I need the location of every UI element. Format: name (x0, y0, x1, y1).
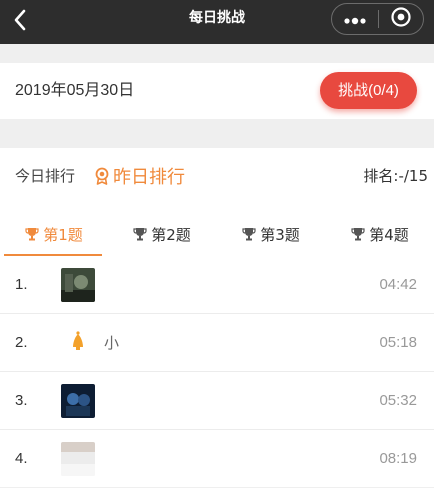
avatar (61, 384, 95, 418)
tab-today-ranking[interactable]: 今日排行 (15, 148, 75, 204)
tab-question-3[interactable]: 第3题 (217, 212, 325, 256)
more-dots-icon (343, 10, 367, 29)
avatar (61, 442, 95, 476)
rank-number: 1. (15, 276, 28, 293)
ranking-card: 今日排行 昨日排行 排名:-/15 第1题 第2题 第3题 第4题 1. 04:… (0, 148, 434, 487)
rank-number: 2. (15, 334, 28, 351)
medal-icon (94, 167, 110, 185)
nav-bar: 每日挑战 (0, 0, 434, 44)
tab-question-4-label: 第4题 (369, 225, 409, 244)
finish-time: 05:32 (379, 392, 417, 409)
question-tabs: 第1题 第2题 第3题 第4题 (0, 212, 434, 256)
player-name: 小 (104, 334, 121, 352)
rank-number: 4. (15, 450, 28, 467)
trophy-icon (242, 227, 256, 241)
finish-time: 08:19 (379, 450, 417, 467)
trophy-icon (351, 227, 365, 241)
tab-question-4[interactable]: 第4题 (326, 212, 434, 256)
avatar (61, 326, 95, 360)
more-button[interactable] (332, 4, 378, 34)
target-circle-icon (390, 6, 412, 32)
trophy-icon (25, 227, 39, 241)
avatar (61, 268, 95, 302)
ranking-header: 今日排行 昨日排行 排名:-/15 (0, 148, 434, 204)
tab-question-3-label: 第3题 (260, 225, 300, 244)
challenge-button[interactable]: 挑战(0/4) (320, 72, 417, 109)
ranking-row[interactable]: 4. 08:19 (0, 430, 434, 488)
ranking-row[interactable]: 1. 04:42 (0, 256, 434, 314)
tab-question-2-label: 第2题 (151, 225, 191, 244)
trophy-icon (133, 227, 147, 241)
date-card: 2019年05月30日 挑战(0/4) (0, 63, 434, 119)
mini-program-capsule (331, 3, 424, 35)
my-rank: 排名:-/15 (363, 167, 428, 185)
finish-time: 05:18 (379, 334, 417, 351)
ranking-row[interactable]: 2. 小 05:18 (0, 314, 434, 372)
ranking-row[interactable]: 3. 05:32 (0, 372, 434, 430)
finish-time: 04:42 (379, 276, 417, 293)
tab-question-1[interactable]: 第1题 (0, 212, 108, 256)
tab-yesterday-label: 昨日排行 (113, 167, 185, 188)
close-mini-program-button[interactable] (378, 4, 423, 34)
tab-yesterday-ranking[interactable]: 昨日排行 (94, 148, 185, 204)
tab-question-1-label: 第1题 (43, 225, 83, 244)
tab-question-2[interactable]: 第2题 (108, 212, 216, 256)
rank-number: 3. (15, 392, 28, 409)
challenge-date: 2019年05月30日 (15, 82, 135, 99)
